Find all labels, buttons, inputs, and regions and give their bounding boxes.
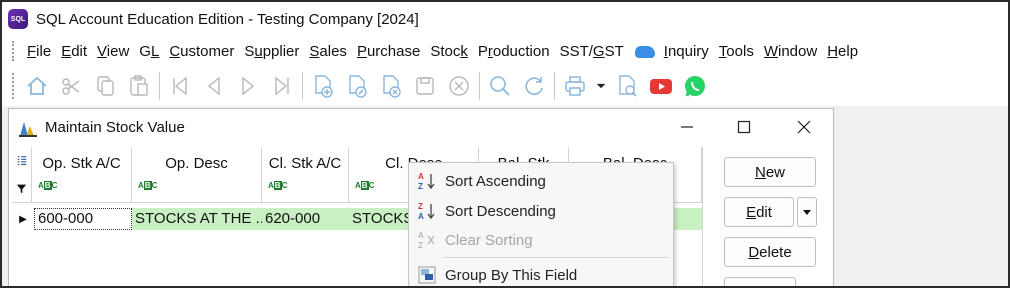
menu-window[interactable]: Window (759, 43, 822, 60)
column-header-cl-stk-ac[interactable]: Cl. Stk A/C ABC (262, 147, 349, 203)
menu-file[interactable]: File (22, 43, 56, 60)
menu-item-clear-sorting[interactable]: A Z Clear Sorting (409, 225, 673, 255)
menu-inquiry[interactable]: Inquiry (659, 43, 714, 60)
stock-value-icon (19, 122, 37, 137)
menu-purchase[interactable]: Purchase (352, 43, 425, 60)
paste-icon[interactable] (122, 69, 156, 103)
text-filter-icon[interactable]: ABC (355, 181, 374, 190)
menu-customer[interactable]: Customer (164, 43, 239, 60)
whatsapp-icon[interactable] (678, 69, 712, 103)
sort-descending-icon: Z A (409, 201, 445, 221)
text-filter-icon[interactable]: ABC (268, 181, 287, 190)
svg-text:Z: Z (418, 241, 423, 250)
toolbar-separator (302, 72, 303, 100)
menu-edit[interactable]: Edit (56, 43, 92, 60)
toolbar-grip (12, 73, 16, 99)
toolbar-separator (554, 72, 555, 100)
toolbar-separator (479, 72, 480, 100)
svg-text:A: A (418, 172, 424, 181)
text-filter-icon[interactable]: ABC (138, 181, 157, 190)
menu-sst-gst[interactable]: SST/GST (555, 43, 629, 60)
copy-icon[interactable] (88, 69, 122, 103)
close-button[interactable] (789, 113, 819, 141)
toolbar-separator (159, 72, 160, 100)
menu-production[interactable]: Production (473, 43, 555, 60)
menu-gl[interactable]: GL (134, 43, 164, 60)
filter-icon[interactable] (16, 183, 27, 194)
previous-record-icon[interactable] (197, 69, 231, 103)
column-header-op-stk-ac[interactable]: Op. Stk A/C ABC (32, 147, 132, 203)
group-by-icon (409, 265, 445, 285)
svg-text:A: A (418, 231, 424, 240)
new-doc-icon[interactable] (306, 69, 340, 103)
menu-sales[interactable]: Sales (304, 43, 352, 60)
last-record-icon[interactable] (265, 69, 299, 103)
cell-op-stk-ac[interactable]: 600-000 (34, 208, 132, 230)
edit-dropdown-button[interactable] (797, 197, 817, 227)
menu-grip (12, 41, 16, 61)
svg-text:Z: Z (418, 182, 423, 191)
preview-icon[interactable] (610, 69, 644, 103)
save-button[interactable] (724, 277, 796, 286)
menu-supplier[interactable]: Supplier (239, 43, 304, 60)
menu-tools[interactable]: Tools (714, 43, 759, 60)
menu-stock[interactable]: Stock (425, 43, 473, 60)
cell-op-desc[interactable]: STOCKS AT THE ... (132, 208, 262, 230)
menu-help[interactable]: Help (822, 43, 863, 60)
app-window: SQL SQL Account Education Edition - Test… (0, 0, 1010, 288)
svg-text:A: A (418, 212, 424, 221)
svg-text:Z: Z (418, 202, 423, 211)
maximize-button[interactable] (729, 113, 759, 141)
child-title-bar: Maintain Stock Value (9, 109, 833, 145)
new-button[interactable]: New (724, 157, 816, 187)
menu-view[interactable]: View (92, 43, 134, 60)
grid-header-indicator (12, 147, 32, 203)
column-context-menu: A Z Sort Ascending Z A Sort Descending A (408, 162, 674, 286)
search-icon[interactable] (483, 69, 517, 103)
menu-bar: File Edit View GL Customer Supplier Sale… (2, 36, 1008, 66)
home-icon[interactable] (20, 69, 54, 103)
panel-divider (702, 147, 703, 286)
minimize-button[interactable] (672, 113, 702, 141)
print-dropdown-icon[interactable] (592, 69, 610, 103)
row-indicator-icon: ▶ (19, 213, 27, 225)
save-icon[interactable] (408, 69, 442, 103)
window-title: SQL Account Education Edition - Testing … (36, 10, 419, 28)
text-filter-icon[interactable]: ABC (38, 181, 57, 190)
cut-icon[interactable] (54, 69, 88, 103)
menu-item-sort-descending[interactable]: Z A Sort Descending (409, 196, 673, 226)
cell-cl-stk-ac[interactable]: 620-000 (262, 208, 349, 230)
delete-button[interactable]: Delete (724, 237, 816, 267)
youtube-icon[interactable] (644, 69, 678, 103)
menu-item-sort-ascending[interactable]: A Z Sort Ascending (409, 166, 673, 196)
sort-ascending-icon: A Z (409, 171, 445, 191)
chevron-down-icon (803, 210, 811, 215)
first-record-icon[interactable] (163, 69, 197, 103)
edit-doc-icon[interactable] (340, 69, 374, 103)
edit-button[interactable]: Edit (724, 197, 794, 227)
next-record-icon[interactable] (231, 69, 265, 103)
refresh-icon[interactable] (517, 69, 551, 103)
app-logo: SQL (8, 9, 28, 29)
child-window-title: Maintain Stock Value (45, 118, 185, 136)
toolbar (2, 66, 1008, 106)
menu-separator (443, 257, 669, 258)
clear-sorting-icon: A Z (409, 230, 445, 250)
print-icon[interactable] (558, 69, 592, 103)
cancel-icon[interactable] (442, 69, 476, 103)
column-header-op-desc[interactable]: Op. Desc ABC (132, 147, 262, 203)
column-chooser-icon[interactable] (16, 155, 28, 167)
menu-item-group-by-field[interactable]: Group By This Field (409, 260, 673, 286)
delete-doc-icon[interactable] (374, 69, 408, 103)
title-bar: SQL SQL Account Education Edition - Test… (2, 2, 1008, 36)
cloud-icon[interactable] (634, 46, 655, 58)
